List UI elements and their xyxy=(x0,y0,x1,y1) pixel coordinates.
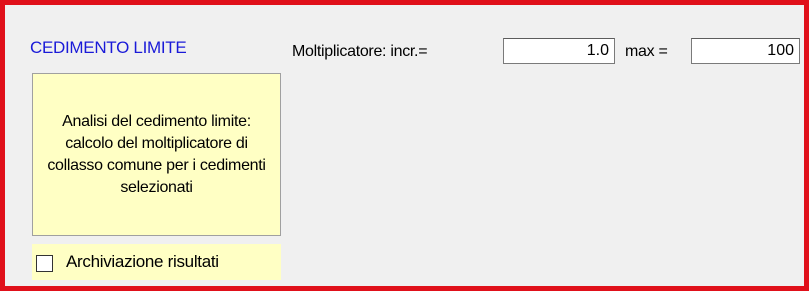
panel-title: CEDIMENTO LIMITE xyxy=(30,38,187,57)
multiplier-max-label: max = xyxy=(625,43,668,60)
analysis-button[interactable]: Analisi del cedimento limite: calcolo de… xyxy=(32,73,281,236)
multiplier-max-input[interactable]: 100 xyxy=(691,38,800,64)
archive-checkbox[interactable] xyxy=(36,255,53,272)
archive-checkbox-label: Archiviazione risultati xyxy=(66,252,219,271)
cedimento-limite-panel: CEDIMENTO LIMITE Moltiplicatore: incr.= … xyxy=(0,0,809,291)
multiplier-incr-label: Moltiplicatore: incr.= xyxy=(292,43,428,60)
analysis-button-label: Analisi del cedimento limite: calcolo de… xyxy=(47,112,266,196)
archive-checkbox-row[interactable]: Archiviazione risultati xyxy=(32,244,281,280)
multiplier-incr-input[interactable]: 1.0 xyxy=(503,38,615,64)
